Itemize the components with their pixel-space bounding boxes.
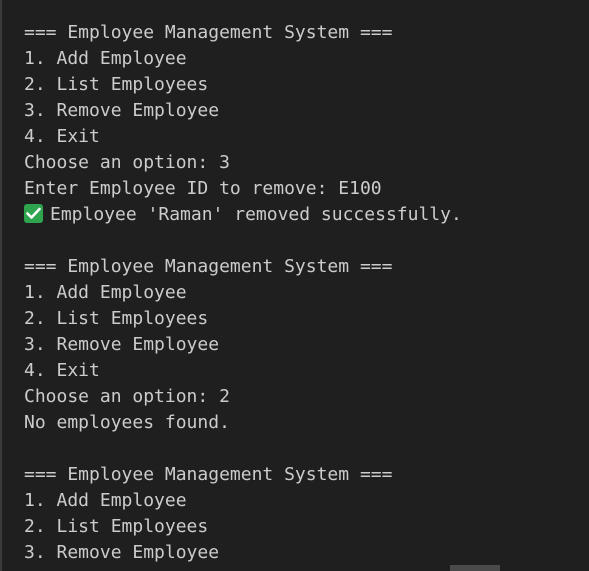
terminal-line: 4. Exit xyxy=(24,126,100,147)
check-mark-icon xyxy=(24,204,43,223)
success-message-line: Employee 'Raman' removed successfully. xyxy=(24,202,462,228)
terminal-line: Enter Employee ID to remove: E100 xyxy=(24,178,382,199)
terminal-line: 1. Add Employee xyxy=(24,282,187,303)
terminal-line: 2. List Employees xyxy=(24,74,209,95)
terminal-line: No employees found. xyxy=(24,412,230,433)
terminal-line: 2. List Employees xyxy=(24,308,209,329)
terminal-line: 3. Remove Employee xyxy=(24,542,220,563)
terminal-line: 3. Remove Employee xyxy=(24,334,220,355)
terminal-panel[interactable]: === Employee Management System === 1. Ad… xyxy=(0,0,589,571)
terminal-line: 4. Exit xyxy=(24,360,100,381)
terminal-line: 2. List Employees xyxy=(24,516,209,537)
terminal-line: === Employee Management System === xyxy=(24,256,393,277)
success-message-text: Employee 'Raman' removed successfully. xyxy=(50,204,462,225)
terminal-line: 1. Add Employee xyxy=(24,490,187,511)
terminal-output: === Employee Management System === 1. Ad… xyxy=(24,20,462,566)
terminal-line: Choose an option: 3 xyxy=(24,152,230,173)
horizontal-scrollbar-thumb[interactable] xyxy=(450,565,500,571)
terminal-line: === Employee Management System === xyxy=(24,22,393,43)
terminal-line: 3. Remove Employee xyxy=(24,100,220,121)
terminal-line: 1. Add Employee xyxy=(24,48,187,69)
terminal-line: Choose an option: 2 xyxy=(24,386,230,407)
terminal-line: === Employee Management System === xyxy=(24,464,393,485)
